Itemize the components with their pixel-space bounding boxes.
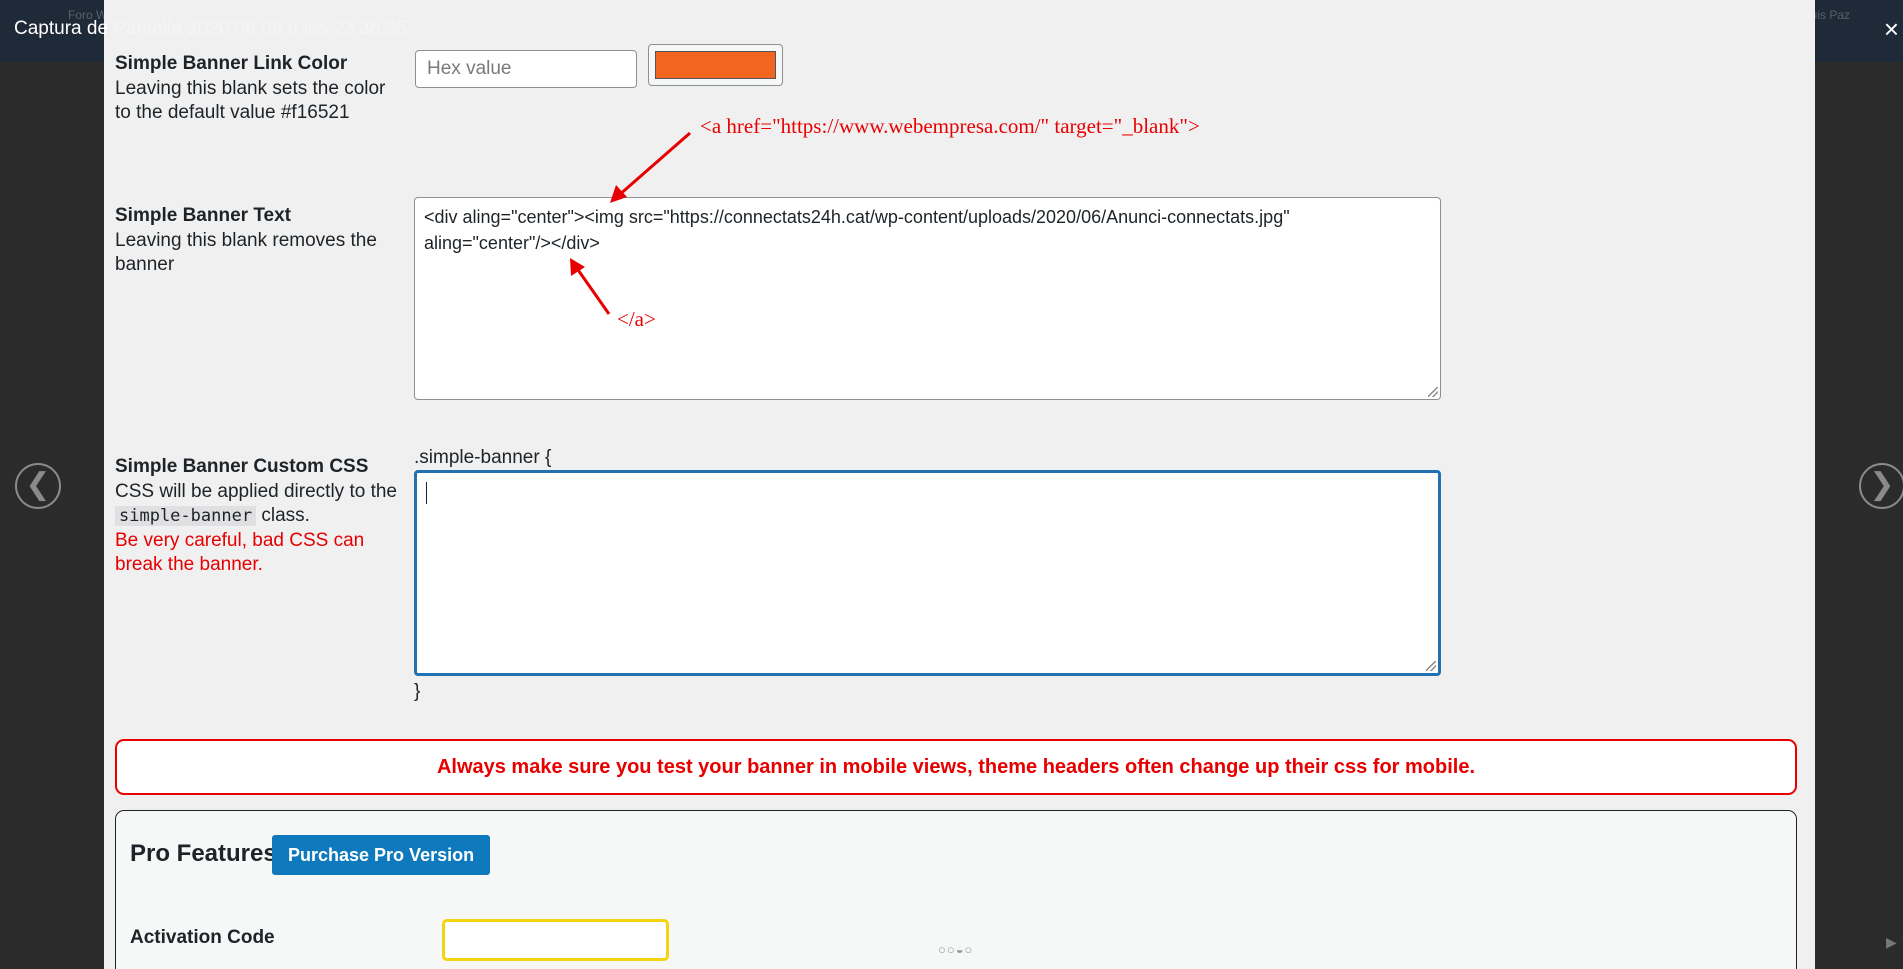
lightbox-title: Captura de Pantalla 2020 06 09 a les 23.… — [14, 18, 407, 40]
custom-css-label-block: Simple Banner Custom CSS CSS will be app… — [115, 455, 405, 578]
banner-text-title: Simple Banner Text — [115, 205, 291, 226]
annotation-open-tag: <a href="https://www.webempresa.com/" ta… — [700, 114, 1200, 138]
custom-css-description: CSS will be applied directly to the simp… — [115, 480, 405, 529]
resize-handle-icon[interactable] — [1428, 387, 1438, 397]
link-color-title: Simple Banner Link Color — [115, 53, 348, 74]
lightbox-title-visible: Captura de — [14, 18, 109, 39]
close-icon[interactable]: × — [1884, 14, 1899, 45]
css-selector-suffix: } — [414, 681, 421, 702]
banner-text-textarea[interactable]: <div aling="center"><img src="https://co… — [414, 197, 1441, 400]
banner-text-label-block: Simple Banner Text Leaving this blank re… — [115, 204, 405, 278]
class-name-code: simple-banner — [115, 506, 257, 526]
custom-css-warning: Be very careful, bad CSS can break the b… — [115, 529, 365, 576]
pro-features-panel: Pro Features Purchase Pro Version Activa… — [115, 810, 1797, 969]
text-cursor — [426, 482, 427, 505]
next-arrow-icon[interactable]: ❯ — [1859, 463, 1903, 509]
custom-css-title: Simple Banner Custom CSS — [115, 456, 369, 477]
css-selector-prefix: .simple-banner { — [414, 447, 552, 468]
settings-screenshot: Simple Banner Link Color Leaving this bl… — [104, 0, 1815, 969]
activation-code-input[interactable] — [442, 919, 669, 961]
custom-css-desc-after: class. — [261, 505, 310, 526]
link-color-swatch-button[interactable] — [648, 44, 783, 86]
link-color-swatch-fill — [655, 51, 776, 79]
arrow-to-img-tag-icon — [617, 131, 691, 198]
play-icon[interactable]: ▶ — [1886, 934, 1897, 951]
banner-text-description: Leaving this blank removes the banner — [115, 229, 377, 276]
link-color-description: Leaving this blank sets the color to the… — [115, 77, 386, 124]
link-color-hex-input[interactable] — [415, 50, 637, 88]
lightbox-title-faded: Pantalla 2020 06 09 a les 23.38.35 — [108, 18, 407, 39]
purchase-pro-button[interactable]: Purchase Pro Version — [272, 835, 491, 875]
activation-code-label: Activation Code — [130, 927, 275, 948]
banner-text-line-2: aling="center"/></div> — [424, 233, 600, 253]
loading-indicator-icon: ○○◒○ — [938, 942, 974, 957]
annotation-close-tag: </a> — [617, 307, 656, 331]
banner-text-line-1: <div aling="center"><img src="https://co… — [424, 207, 1290, 227]
pro-features-title: Pro Features — [130, 840, 277, 867]
custom-css-textarea[interactable] — [414, 470, 1441, 676]
custom-css-desc-before: CSS will be applied directly to the — [115, 480, 397, 502]
previous-arrow-icon[interactable]: ❮ — [15, 463, 61, 509]
mobile-test-notice: Always make sure you test your banner in… — [115, 739, 1797, 795]
link-color-label-block: Simple Banner Link Color Leaving this bl… — [115, 52, 405, 126]
resize-handle-icon[interactable] — [1426, 661, 1436, 671]
